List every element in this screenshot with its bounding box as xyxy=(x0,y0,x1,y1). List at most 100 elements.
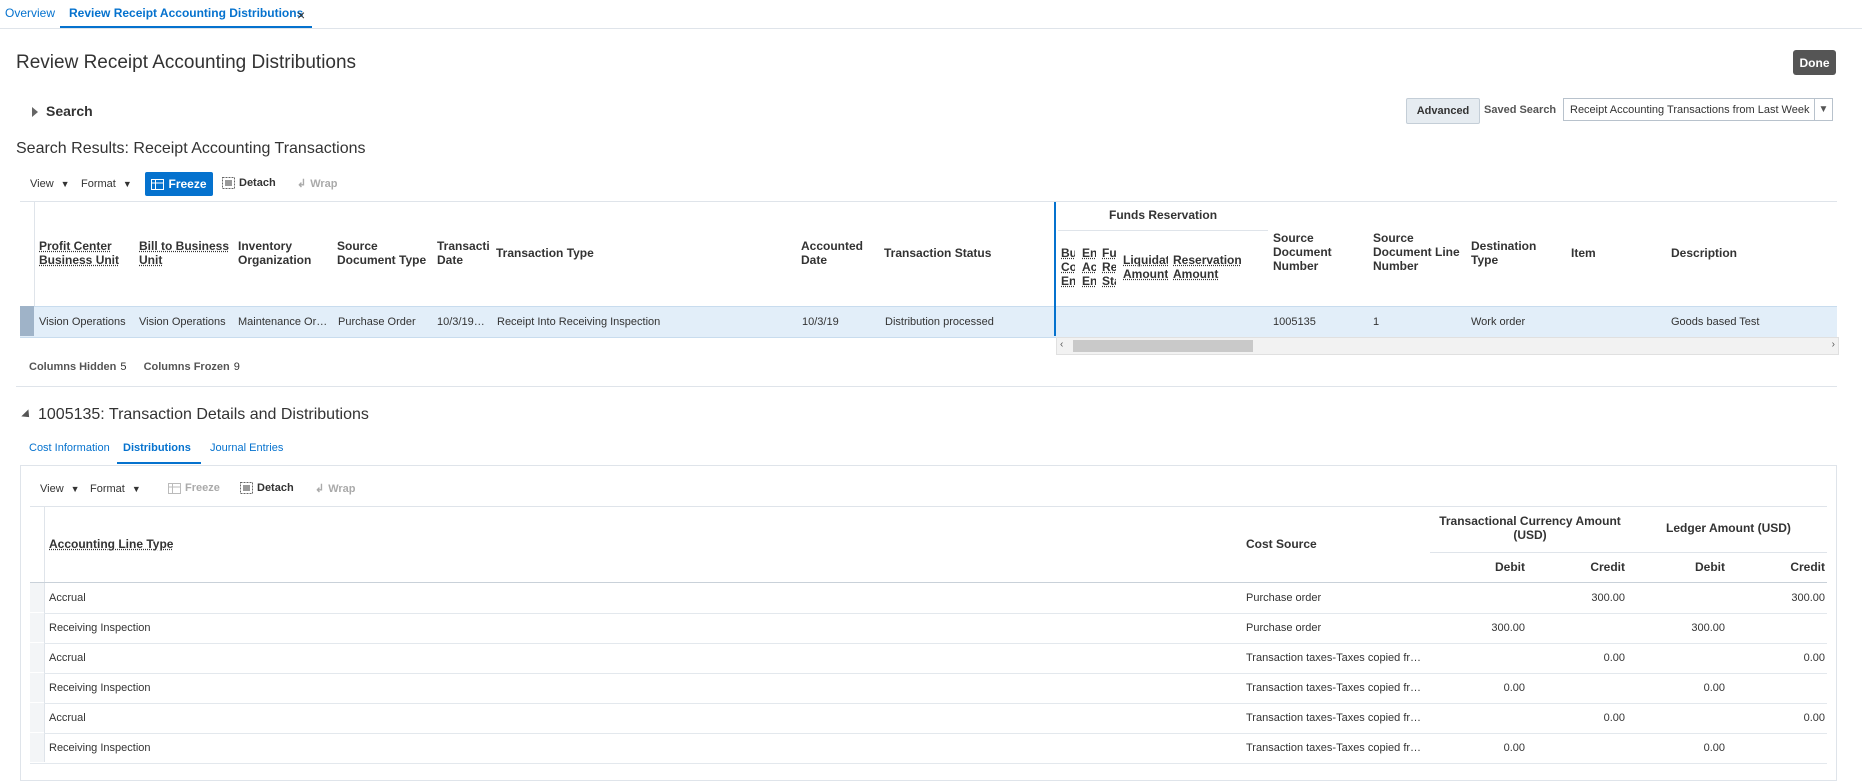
search-toggle[interactable]: Search xyxy=(32,103,93,119)
col-item[interactable]: Item xyxy=(1571,246,1596,260)
col-transaction-type[interactable]: Transaction Type xyxy=(496,246,594,260)
format-menu[interactable]: Format ▼ xyxy=(90,483,141,495)
format-label: Format xyxy=(81,178,116,190)
columns-status: Columns Hidden 5 Columns Frozen 9 xyxy=(29,361,240,373)
tab-overview[interactable]: Overview xyxy=(5,6,55,20)
col-destination-type[interactable]: Destination Type xyxy=(1471,239,1556,267)
horizontal-scrollbar[interactable]: ‹ › xyxy=(1056,337,1839,355)
chevron-down-icon[interactable]: ▼ xyxy=(1814,99,1832,120)
col-fr-fu[interactable]: Fu Re Sta xyxy=(1102,246,1116,288)
detach-button[interactable]: Detach xyxy=(240,482,294,494)
wrap-button[interactable]: ↲ Wrap xyxy=(297,177,338,191)
table-row[interactable] xyxy=(30,733,1827,763)
wrap-label: Wrap xyxy=(328,482,356,495)
detach-label: Detach xyxy=(257,482,294,494)
cell-transaction-status: Distribution processed xyxy=(885,316,994,328)
format-label: Format xyxy=(90,483,125,495)
funds-reservation-group: Funds Reservation xyxy=(1109,208,1218,222)
freeze-icon xyxy=(168,482,181,494)
table-row[interactable] xyxy=(30,673,1827,703)
col-led-credit[interactable]: Credit xyxy=(1730,560,1825,574)
view-label: View xyxy=(30,178,54,190)
detach-button[interactable]: Detach xyxy=(222,177,276,189)
saved-search-value: Receipt Accounting Transactions from Las… xyxy=(1570,103,1810,116)
search-label: Search xyxy=(46,103,93,119)
view-menu[interactable]: View ▼ xyxy=(40,483,80,495)
saved-search-select[interactable]: Receipt Accounting Transactions from Las… xyxy=(1563,98,1833,121)
done-button[interactable]: Done xyxy=(1793,50,1836,75)
col-fr-bu[interactable]: Bu Co En xyxy=(1061,246,1075,288)
col-led-debit[interactable]: Debit xyxy=(1630,560,1725,574)
col-fr-en[interactable]: En Ac En xyxy=(1082,246,1096,288)
cell-cost-source: Purchase order xyxy=(1246,592,1322,604)
col-profit-center[interactable]: Profit Center Business Unit xyxy=(39,239,129,267)
cell-source-doc-line: 1 xyxy=(1373,316,1380,328)
cell-cost-source: Purchase order xyxy=(1246,622,1322,634)
columns-frozen-label: Columns Frozen xyxy=(143,361,230,373)
row-selector[interactable] xyxy=(30,583,44,612)
cell-trx-debit: 300.00 xyxy=(1491,622,1525,634)
col-bill-to[interactable]: Bill to Business Unit xyxy=(139,239,234,267)
col-accounting-line-type[interactable]: Accounting Line Type xyxy=(49,537,173,551)
scrollbar-thumb[interactable] xyxy=(1073,340,1253,352)
col-group-ledger: Ledger Amount (USD) xyxy=(1666,521,1791,535)
saved-search-label: Saved Search xyxy=(1484,104,1557,116)
row-selector[interactable] xyxy=(20,306,34,336)
active-subtab-indicator xyxy=(117,462,201,464)
group-divider xyxy=(1430,552,1827,553)
col-description[interactable]: Description xyxy=(1671,246,1737,260)
tab-distributions[interactable]: Distributions xyxy=(123,442,191,454)
collapse-icon xyxy=(21,409,33,421)
row-selector[interactable] xyxy=(30,703,44,732)
wrap-button[interactable]: ↲ Wrap xyxy=(315,482,356,496)
format-menu[interactable]: Format ▼ xyxy=(81,178,132,190)
col-source-doc-line[interactable]: Source Document Line Number xyxy=(1373,231,1468,273)
row-divider xyxy=(30,763,1827,764)
freeze-button[interactable]: Freeze xyxy=(168,482,220,494)
frozen-column-divider[interactable] xyxy=(1054,202,1056,336)
freeze-button[interactable]: Freeze xyxy=(145,172,213,196)
col-trx-debit[interactable]: Debit xyxy=(1430,560,1525,574)
tab-journal-entries[interactable]: Journal Entries xyxy=(210,442,283,454)
close-icon[interactable]: × xyxy=(297,7,305,23)
cell-trx-credit: 0.00 xyxy=(1603,712,1625,724)
cell-led-debit: 300.00 xyxy=(1691,622,1725,634)
detach-icon xyxy=(222,177,235,189)
col-trx-credit[interactable]: Credit xyxy=(1530,560,1625,574)
col-source-doc-type[interactable]: Source Document Type xyxy=(337,239,432,267)
cell-line-type: Accrual xyxy=(49,592,86,604)
cell-bill-to: Vision Operations xyxy=(139,316,226,328)
cell-trx-credit: 0.00 xyxy=(1603,652,1625,664)
col-reservation-amount[interactable]: Reservation Amount xyxy=(1173,253,1253,281)
scroll-right-icon[interactable]: › xyxy=(1832,339,1835,350)
col-transaction-date[interactable]: Transacti Date xyxy=(437,239,493,267)
col-liquidation-amount[interactable]: Liquidat Amount xyxy=(1123,253,1168,281)
cell-trx-credit: 300.00 xyxy=(1591,592,1625,604)
col-cost-source[interactable]: Cost Source xyxy=(1246,537,1317,551)
tab-review-receipt[interactable]: Review Receipt Accounting Distributions xyxy=(69,6,303,20)
col-source-doc-number[interactable]: Source Document Number xyxy=(1273,231,1363,273)
cell-trx-debit: 0.00 xyxy=(1503,742,1525,754)
caret-down-icon: ▼ xyxy=(122,179,132,189)
details-header[interactable]: 1005135: Transaction Details and Distrib… xyxy=(21,406,369,424)
col-group-transactional: Transactional Currency Amount (USD) xyxy=(1439,514,1621,542)
results-title: Search Results: Receipt Accounting Trans… xyxy=(16,140,366,157)
scroll-left-icon[interactable]: ‹ xyxy=(1060,339,1063,350)
table-row[interactable] xyxy=(30,613,1827,643)
row-selector[interactable] xyxy=(30,733,44,762)
cell-line-type: Accrual xyxy=(49,652,86,664)
tab-cost-information[interactable]: Cost Information xyxy=(29,442,110,454)
advanced-button[interactable]: Advanced xyxy=(1406,98,1480,124)
cell-led-debit: 0.00 xyxy=(1703,682,1725,694)
col-accounted-date[interactable]: Accounted Date xyxy=(801,239,881,267)
col-transaction-status[interactable]: Transaction Status xyxy=(884,246,991,260)
view-menu[interactable]: View ▼ xyxy=(30,178,70,190)
row-selector[interactable] xyxy=(30,643,44,672)
cell-description: Goods based Test xyxy=(1671,316,1760,328)
row-selector[interactable] xyxy=(30,673,44,702)
detach-label: Detach xyxy=(239,177,276,189)
cell-source-doc-type: Purchase Order xyxy=(338,316,416,328)
row-selector[interactable] xyxy=(30,613,44,642)
table-top-border xyxy=(30,506,1827,507)
col-inventory-org[interactable]: Inventory Organization xyxy=(238,239,328,267)
